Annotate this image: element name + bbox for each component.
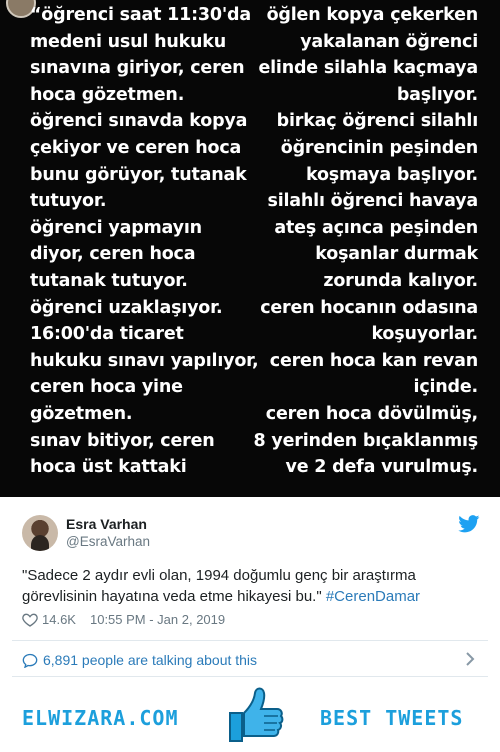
thumbs-up-icon <box>229 687 284 742</box>
like-count[interactable]: 14.6K <box>42 612 76 627</box>
divider <box>12 640 488 641</box>
tweet-text: "Sadece 2 aydır evli olan, 1994 doğumlu … <box>22 565 482 607</box>
conversation-link[interactable]: 6,891 people are talking about this <box>22 652 257 668</box>
divider <box>12 676 488 677</box>
chevron-right-icon[interactable] <box>464 652 476 666</box>
best-tweets-label: BEST TWEETS <box>320 706 464 730</box>
image-bottom-edge <box>0 483 500 497</box>
author-name[interactable]: Esra Varhan <box>66 516 147 532</box>
talking-count: 6,891 people are talking about this <box>43 652 258 668</box>
timestamp[interactable]: 10:55 PM - Jan 2, 2019 <box>90 612 225 627</box>
hashtag-link[interactable]: #CerenDamar <box>326 588 420 605</box>
heart-icon[interactable] <box>22 613 38 627</box>
speech-bubble-icon <box>22 653 38 668</box>
tweet-meta: 14.6K 10:55 PM - Jan 2, 2019 <box>22 612 225 627</box>
tweet-image[interactable]: “öğrenci saat 11:30'da medeni usul hukuk… <box>0 0 500 497</box>
twitter-bird-icon[interactable] <box>458 515 480 533</box>
avatar[interactable] <box>22 515 58 551</box>
image-text-right-column: öğlen kopya çekerken yakalanan öğrenci e… <box>253 5 479 478</box>
brand-name[interactable]: ELWIZARA.COM <box>22 706 179 730</box>
author-handle[interactable]: @EsraVarhan <box>66 534 150 549</box>
